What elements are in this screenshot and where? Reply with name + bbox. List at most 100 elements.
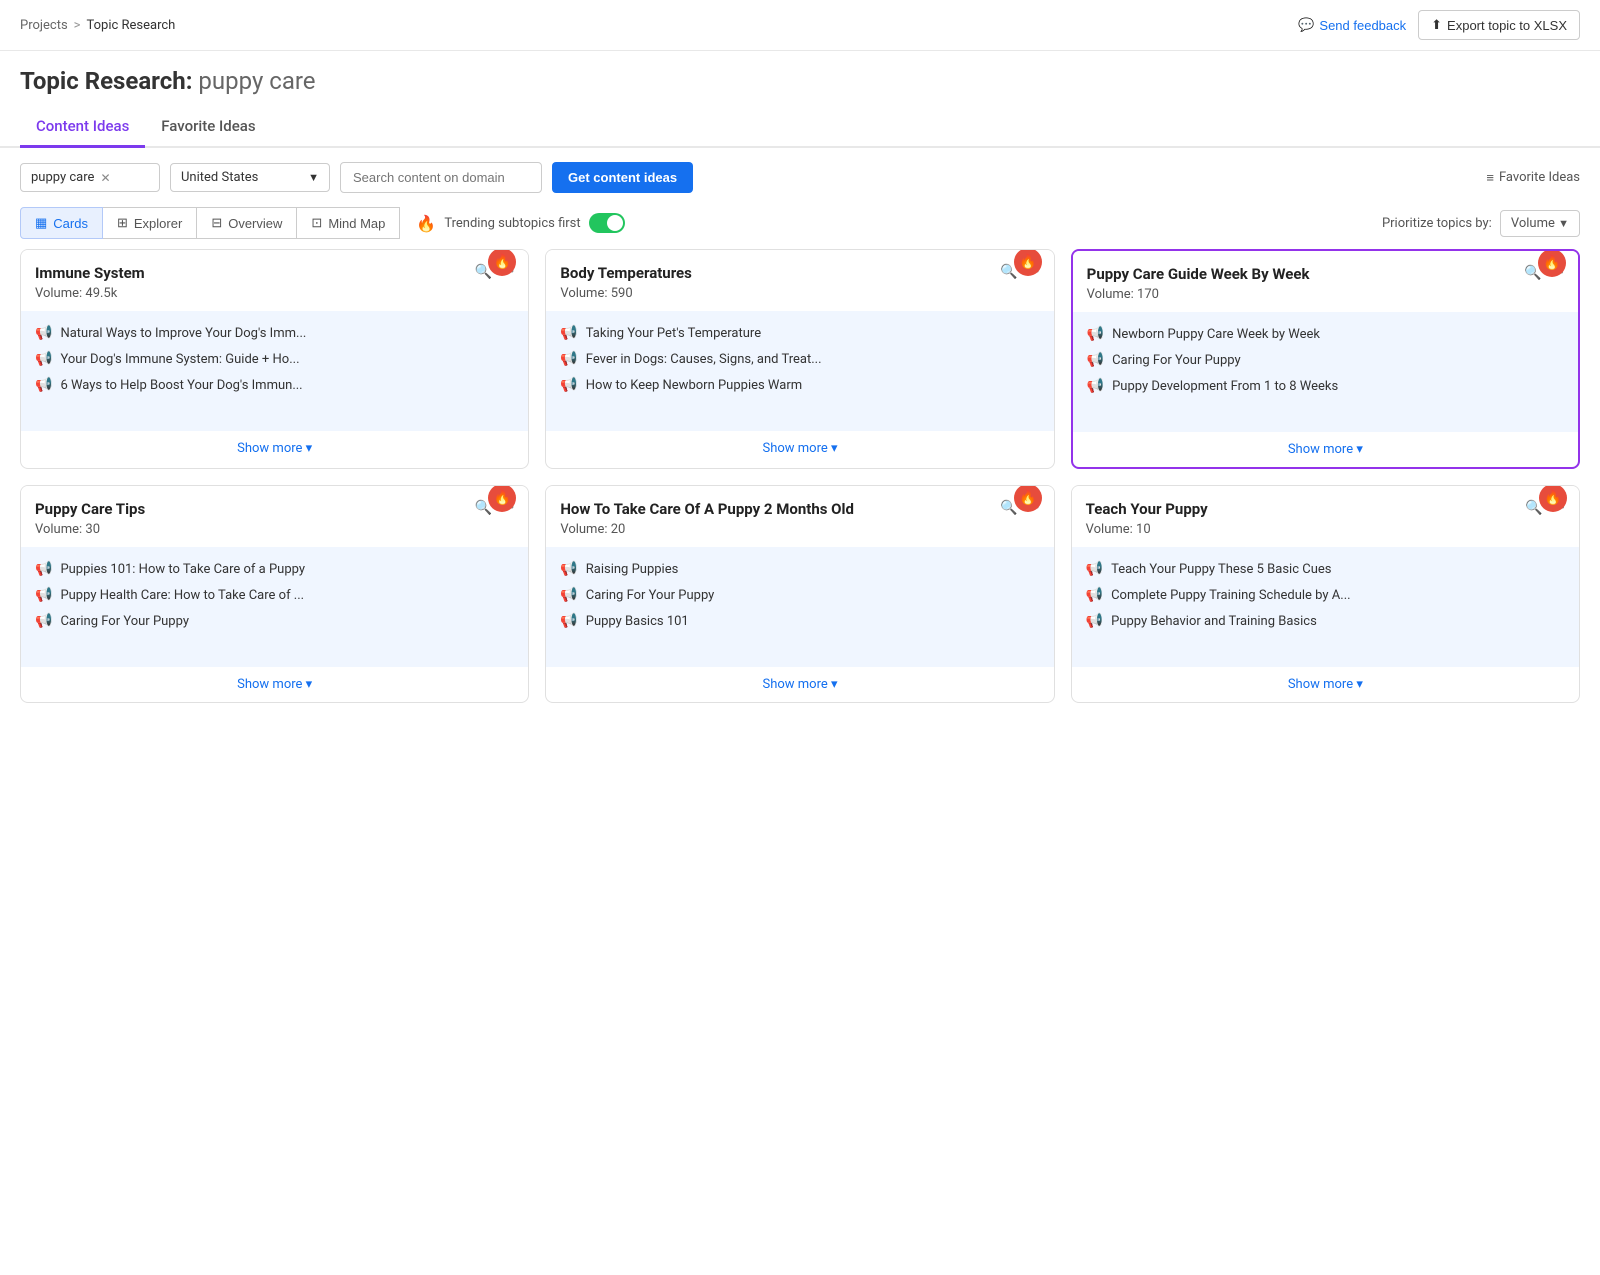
card-content-how-to-take-care: 📢 Raising Puppies 📢 Caring For Your Pupp… [546, 547, 1053, 667]
card-item: 📢 Complete Puppy Training Schedule by A.… [1086, 587, 1565, 603]
show-more-puppy-care-tips[interactable]: Show more ▾ [21, 667, 528, 702]
megaphone-icon: 📢 [35, 351, 52, 367]
export-button[interactable]: ⬆ Export topic to XLSX [1418, 10, 1580, 40]
card-title-puppy-care-tips: Puppy Care Tips [35, 500, 475, 518]
chevron-down-icon: ▼ [308, 171, 319, 184]
prioritize-bar: Prioritize topics by: Volume ▼ [1382, 210, 1580, 237]
card-title-teach-your-puppy: Teach Your Puppy [1086, 500, 1526, 518]
card-item: 📢 Teach Your Puppy These 5 Basic Cues [1086, 561, 1565, 577]
show-more-immune-system[interactable]: Show more ▾ [21, 431, 528, 466]
breadcrumb-separator: > [74, 18, 81, 33]
trending-toggle-switch[interactable] [589, 213, 625, 233]
page-header: Topic Research: puppy care [0, 51, 1600, 95]
card-item: 📢 Newborn Puppy Care Week by Week [1087, 326, 1564, 342]
card-item: 📢 Taking Your Pet's Temperature [560, 325, 1039, 341]
mindmap-icon: ⊡ [311, 215, 322, 231]
favorite-ideas-link[interactable]: ≡ Favorite Ideas [1486, 170, 1580, 186]
megaphone-icon: 📢 [560, 351, 577, 367]
card-header-puppy-care-tips: Puppy Care Tips 🔍 ••• Volume: 30 [21, 486, 528, 547]
fire-badge-how-to-take-care: 🔥 [1014, 485, 1042, 512]
country-selector[interactable]: United States ▼ [170, 163, 330, 192]
show-more-body-temperatures[interactable]: Show more ▾ [546, 431, 1053, 466]
cards-icon: ▦ [35, 215, 47, 231]
prioritize-volume-select[interactable]: Volume ▼ [1500, 210, 1580, 237]
clear-keyword-icon[interactable]: ✕ [100, 171, 110, 185]
feedback-icon: 💬 [1298, 17, 1314, 33]
cards-grid: 🔥 Immune System 🔍 ••• Volume: 49.5k 📢 Na… [0, 249, 1600, 723]
card-item: 📢 Puppy Health Care: How to Take Care of… [35, 587, 514, 603]
card-content-puppy-care-guide: 📢 Newborn Puppy Care Week by Week 📢 Cari… [1073, 312, 1578, 432]
fire-badge-teach-your-puppy: 🔥 [1539, 485, 1567, 512]
card-header-teach-your-puppy: Teach Your Puppy 🔍 ••• Volume: 10 [1072, 486, 1579, 547]
show-more-puppy-care-guide[interactable]: Show more ▾ [1073, 432, 1578, 467]
megaphone-icon: 📢 [560, 325, 577, 341]
card-content-body-temperatures: 📢 Taking Your Pet's Temperature 📢 Fever … [546, 311, 1053, 431]
card-puppy-care-guide: 🔥 Puppy Care Guide Week By Week 🔍 ••• Vo… [1071, 249, 1580, 469]
megaphone-icon: 📢 [35, 587, 52, 603]
tab-favorite-ideas[interactable]: Favorite Ideas [145, 107, 271, 148]
megaphone-icon: 📢 [35, 325, 52, 341]
card-teach-your-puppy: 🔥 Teach Your Puppy 🔍 ••• Volume: 10 📢 Te… [1071, 485, 1580, 703]
card-volume-immune-system: Volume: 49.5k [35, 286, 514, 301]
view-cards-button[interactable]: ▦ Cards [20, 207, 103, 239]
overview-icon: ⊟ [211, 215, 222, 231]
show-more-teach-your-puppy[interactable]: Show more ▾ [1072, 667, 1579, 702]
view-overview-button[interactable]: ⊟ Overview [197, 207, 297, 239]
card-item: 📢 Puppy Behavior and Training Basics [1086, 613, 1565, 629]
card-header-immune-system: Immune System 🔍 ••• Volume: 49.5k [21, 250, 528, 311]
keyword-input[interactable]: puppy care ✕ [20, 163, 160, 192]
card-content-teach-your-puppy: 📢 Teach Your Puppy These 5 Basic Cues 📢 … [1072, 547, 1579, 667]
card-header-how-to-take-care: How To Take Care Of A Puppy 2 Months Old… [546, 486, 1053, 547]
megaphone-icon: 📢 [35, 613, 52, 629]
card-item: 📢 Puppy Basics 101 [560, 613, 1039, 629]
megaphone-icon: 📢 [560, 613, 577, 629]
card-title-puppy-care-guide: Puppy Care Guide Week By Week [1087, 265, 1525, 283]
card-volume-puppy-care-guide: Volume: 170 [1087, 287, 1564, 302]
card-item: 📢 Puppies 101: How to Take Care of a Pup… [35, 561, 514, 577]
card-volume-puppy-care-tips: Volume: 30 [35, 522, 514, 537]
megaphone-icon: 📢 [1087, 326, 1104, 342]
tabs-bar: Content Ideas Favorite Ideas [0, 107, 1600, 148]
domain-search-input[interactable] [340, 162, 542, 193]
show-more-how-to-take-care[interactable]: Show more ▾ [546, 667, 1053, 702]
megaphone-icon: 📢 [35, 377, 52, 393]
card-item: 📢 Puppy Development From 1 to 8 Weeks [1087, 378, 1564, 394]
card-puppy-care-tips: 🔥 Puppy Care Tips 🔍 ••• Volume: 30 📢 Pup… [20, 485, 529, 703]
breadcrumb-current: Topic Research [86, 18, 175, 33]
megaphone-icon: 📢 [35, 561, 52, 577]
view-mindmap-button[interactable]: ⊡ Mind Map [297, 207, 400, 239]
megaphone-icon: 📢 [560, 561, 577, 577]
card-title-how-to-take-care: How To Take Care Of A Puppy 2 Months Old [560, 500, 1000, 518]
get-ideas-button[interactable]: Get content ideas [552, 162, 693, 193]
megaphone-icon: 📢 [560, 587, 577, 603]
card-item: 📢 How to Keep Newborn Puppies Warm [560, 377, 1039, 393]
card-header-body-temperatures: Body Temperatures 🔍 ••• Volume: 590 [546, 250, 1053, 311]
card-item: 📢 Your Dog's Immune System: Guide + Ho..… [35, 351, 514, 367]
megaphone-icon: 📢 [1087, 352, 1104, 368]
card-immune-system: 🔥 Immune System 🔍 ••• Volume: 49.5k 📢 Na… [20, 249, 529, 469]
card-item: 📢 Caring For Your Puppy [560, 587, 1039, 603]
card-volume-how-to-take-care: Volume: 20 [560, 522, 1039, 537]
controls-bar: puppy care ✕ United States ▼ Get content… [0, 148, 1600, 207]
megaphone-icon: 📢 [1086, 561, 1103, 577]
send-feedback-button[interactable]: 💬 Send feedback [1298, 17, 1406, 33]
breadcrumb-projects[interactable]: Projects [20, 18, 68, 33]
list-icon: ≡ [1486, 170, 1494, 186]
tab-content-ideas[interactable]: Content Ideas [20, 107, 145, 148]
view-switcher-bar: ▦ Cards ⊞ Explorer ⊟ Overview ⊡ Mind Map… [0, 207, 1600, 249]
fire-trending-icon: 🔥 [416, 214, 436, 233]
megaphone-icon: 📢 [1086, 613, 1103, 629]
view-explorer-button[interactable]: ⊞ Explorer [103, 207, 197, 239]
card-body-temperatures: 🔥 Body Temperatures 🔍 ••• Volume: 590 📢 … [545, 249, 1054, 469]
card-header-puppy-care-guide: Puppy Care Guide Week By Week 🔍 ••• Volu… [1073, 251, 1578, 312]
top-actions: 💬 Send feedback ⬆ Export topic to XLSX [1298, 10, 1580, 40]
card-volume-teach-your-puppy: Volume: 10 [1086, 522, 1565, 537]
card-volume-body-temperatures: Volume: 590 [560, 286, 1039, 301]
card-content-immune-system: 📢 Natural Ways to Improve Your Dog's Imm… [21, 311, 528, 431]
fire-badge-body-temperatures: 🔥 [1014, 249, 1042, 276]
card-how-to-take-care: 🔥 How To Take Care Of A Puppy 2 Months O… [545, 485, 1054, 703]
card-item: 📢 Natural Ways to Improve Your Dog's Imm… [35, 325, 514, 341]
megaphone-icon: 📢 [1087, 378, 1104, 394]
fire-badge-puppy-care-guide: 🔥 [1538, 249, 1566, 277]
card-content-puppy-care-tips: 📢 Puppies 101: How to Take Care of a Pup… [21, 547, 528, 667]
